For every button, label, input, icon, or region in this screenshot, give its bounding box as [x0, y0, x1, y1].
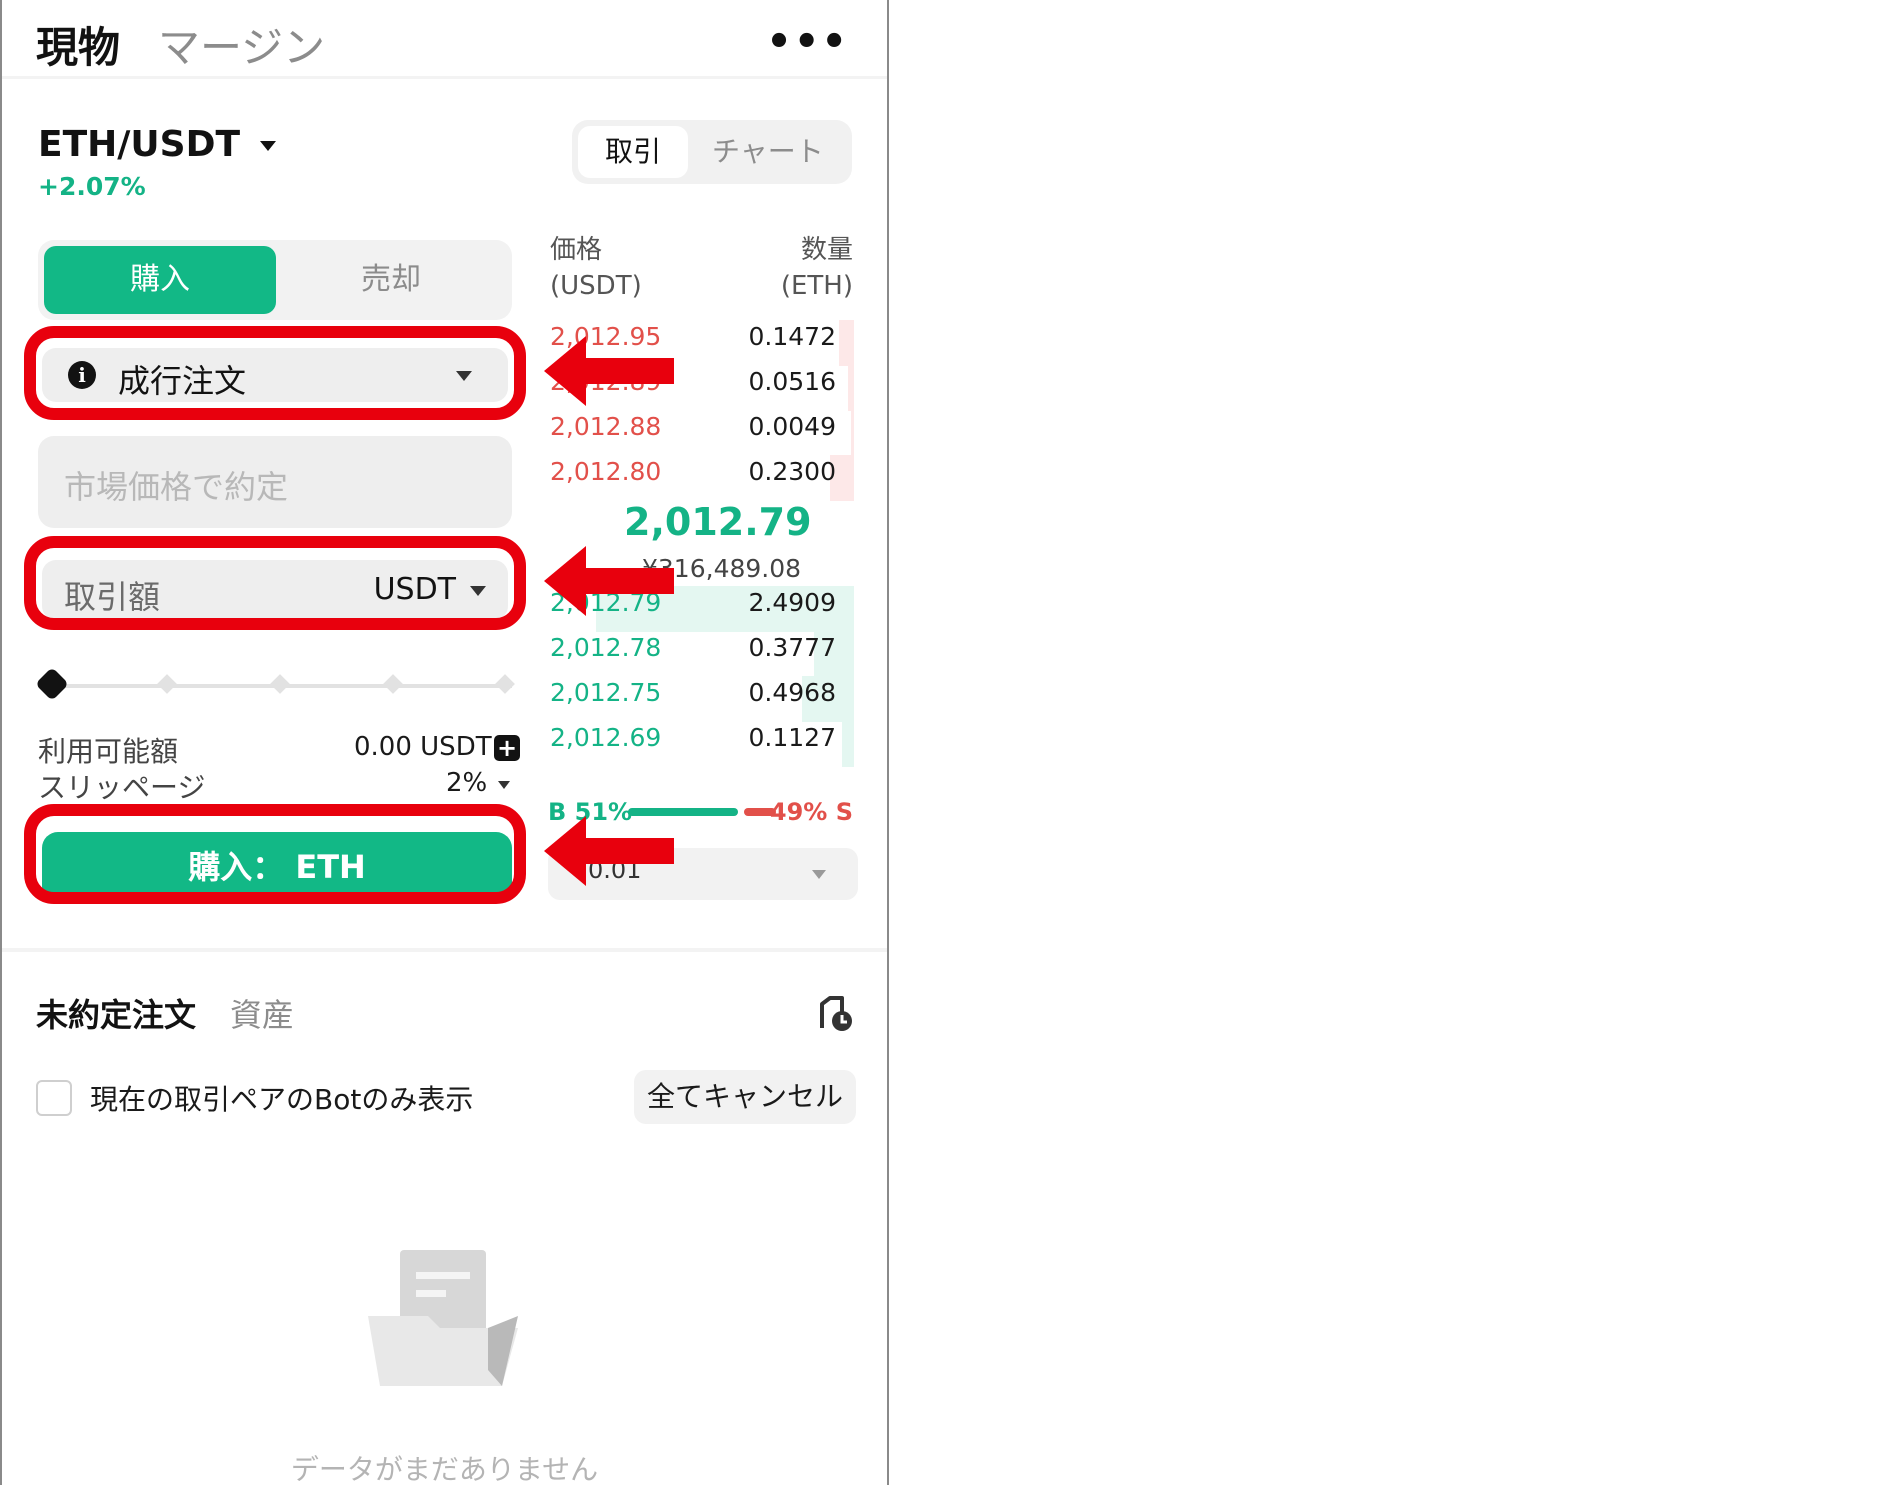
- bid-price: 2,012.69: [550, 723, 662, 752]
- pair-selector[interactable]: ETH/USDT: [38, 124, 277, 165]
- bid-qty: 0.4968: [748, 678, 836, 707]
- orderbook-price-header: 価格 (USDT): [550, 232, 642, 304]
- ask-row[interactable]: 2,012.88 0.0049: [550, 410, 854, 456]
- depth-bar: [842, 721, 854, 767]
- ask-row[interactable]: 2,012.80 0.2300: [550, 455, 854, 501]
- empty-folder-icon: [368, 1250, 518, 1386]
- slider-step[interactable]: [270, 674, 290, 694]
- depth-bar: [848, 365, 854, 411]
- depth-bar: [839, 320, 854, 366]
- bot-filter-checkbox[interactable]: [36, 1080, 72, 1116]
- buy-tab[interactable]: 購入: [44, 246, 276, 314]
- caret-down-icon: [498, 781, 510, 789]
- bid-qty: 0.1127: [748, 723, 836, 752]
- cancel-all-button[interactable]: 全てキャンセル: [634, 1070, 856, 1124]
- qty-header: 数量: [800, 235, 853, 265]
- empty-state-text: データがまだありません: [290, 1453, 599, 1485]
- price-header: 価格: [550, 235, 603, 265]
- bid-price: 2,012.78: [550, 633, 662, 662]
- bid-qty: 0.3777: [748, 633, 836, 662]
- pair-change-percent: +2.07%: [38, 172, 146, 201]
- highlight-buy-button: [24, 804, 526, 904]
- red-arrow-icon: [544, 336, 674, 406]
- bot-filter-label[interactable]: 現在の取引ペアのBotのみ表示: [90, 1078, 473, 1118]
- slider-step[interactable]: [495, 674, 515, 694]
- view-toggle: 取引 チャート: [572, 120, 852, 184]
- tab-trade[interactable]: 取引: [578, 126, 688, 178]
- slider-step[interactable]: [157, 674, 177, 694]
- caret-down-icon: [260, 141, 277, 151]
- ask-qty: 0.0049: [748, 412, 836, 441]
- bid-row[interactable]: 2,012.69 0.1127: [550, 721, 854, 767]
- history-icon[interactable]: [816, 994, 856, 1034]
- header-divider: [2, 76, 887, 79]
- bid-qty: 2.4909: [748, 588, 836, 617]
- price-unit: (USDT): [550, 271, 642, 301]
- sell-tab[interactable]: 売却: [276, 246, 506, 314]
- ask-qty: 0.0516: [748, 367, 836, 396]
- slider-step[interactable]: [383, 674, 403, 694]
- highlight-amount: [24, 536, 526, 630]
- depth-bar: [851, 410, 854, 456]
- slippage-value[interactable]: 2%: [446, 768, 487, 798]
- ask-qty: 0.2300: [748, 457, 836, 486]
- red-arrow-icon: [544, 816, 674, 886]
- bid-price: 2,012.75: [550, 678, 662, 707]
- price-placeholder: 市場価格で約定: [64, 468, 289, 506]
- tab-chart[interactable]: チャート: [712, 126, 824, 178]
- more-horizontal-icon[interactable]: •••: [766, 22, 849, 62]
- available-value: 0.00 USDT: [354, 732, 492, 762]
- side-toggle: 購入 売却: [38, 240, 512, 320]
- tab-margin[interactable]: マージン: [158, 14, 325, 75]
- spot-trading-panel: 現物 マージン ••• ETH/USDT +2.07% 取引 チャート 購入 売…: [0, 0, 889, 1485]
- slider-thumb[interactable]: [35, 667, 69, 701]
- qty-unit: (ETH): [780, 271, 853, 301]
- ask-qty: 0.1472: [748, 322, 836, 351]
- ask-price: 2,012.80: [550, 457, 662, 486]
- ask-price: 2,012.88: [550, 412, 662, 441]
- tab-spot[interactable]: 現物: [36, 14, 120, 75]
- tab-open-orders[interactable]: 未約定注文: [36, 990, 196, 1036]
- bid-row[interactable]: 2,012.75 0.4968: [550, 676, 854, 722]
- bid-row[interactable]: 2,012.78 0.3777: [550, 631, 854, 677]
- available-label: 利用可能額: [38, 735, 179, 768]
- buy-ratio-bar: [628, 808, 738, 816]
- tab-assets[interactable]: 資産: [230, 990, 294, 1036]
- red-arrow-icon: [544, 546, 674, 616]
- pair-name: ETH/USDT: [38, 124, 241, 165]
- deposit-plus-icon[interactable]: +: [494, 735, 520, 761]
- amount-slider[interactable]: [35, 667, 515, 701]
- sell-ratio-label: 49% S: [769, 798, 853, 826]
- caret-down-icon: [812, 870, 826, 879]
- orderbook-qty-header: 数量 (ETH): [781, 232, 853, 304]
- last-price: 2,012.79: [624, 500, 812, 544]
- highlight-order-type: [24, 326, 526, 420]
- price-input[interactable]: 市場価格で約定: [38, 436, 512, 528]
- section-divider: [2, 948, 887, 952]
